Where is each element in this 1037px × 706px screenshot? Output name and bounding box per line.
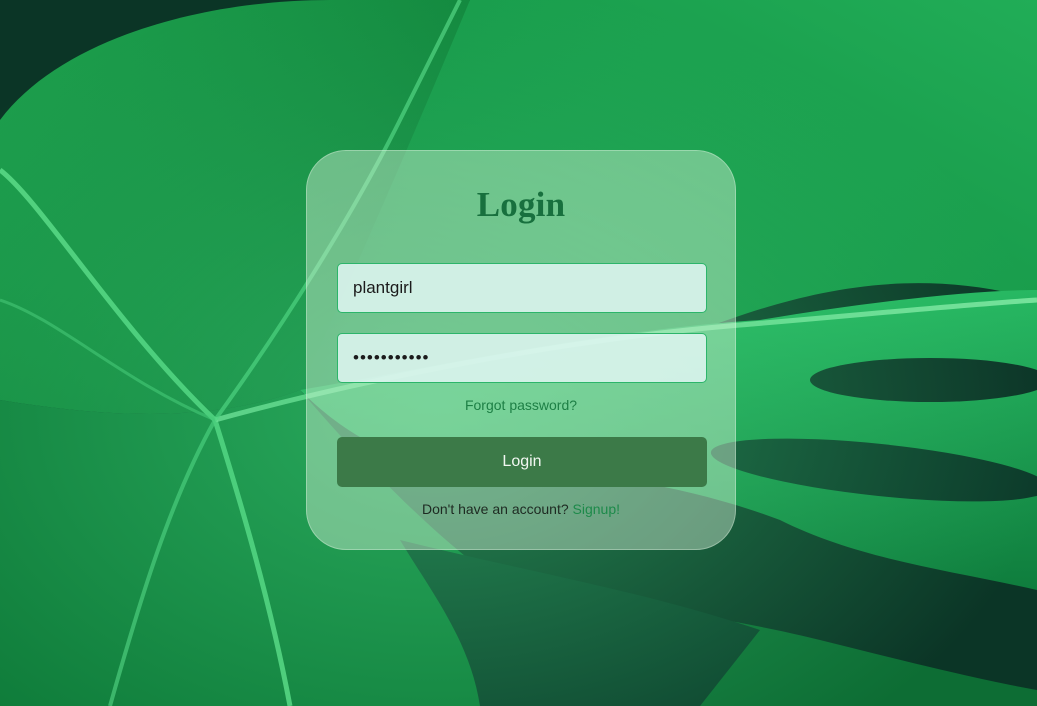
signup-link[interactable]: Signup! (573, 501, 620, 517)
login-card: Login Forgot password? Login Don't have … (306, 150, 736, 550)
username-input[interactable] (337, 263, 707, 313)
signup-row: Don't have an account? Signup! (307, 501, 735, 517)
login-title: Login (476, 185, 566, 224)
signup-prompt: Don't have an account? (421, 501, 569, 517)
forgot-password-link[interactable]: Forgot password? (307, 397, 735, 413)
login-page: Login Forgot password? Login Don't have … (0, 0, 1037, 706)
login-button[interactable]: Login (337, 437, 707, 487)
password-input[interactable] (337, 333, 707, 383)
